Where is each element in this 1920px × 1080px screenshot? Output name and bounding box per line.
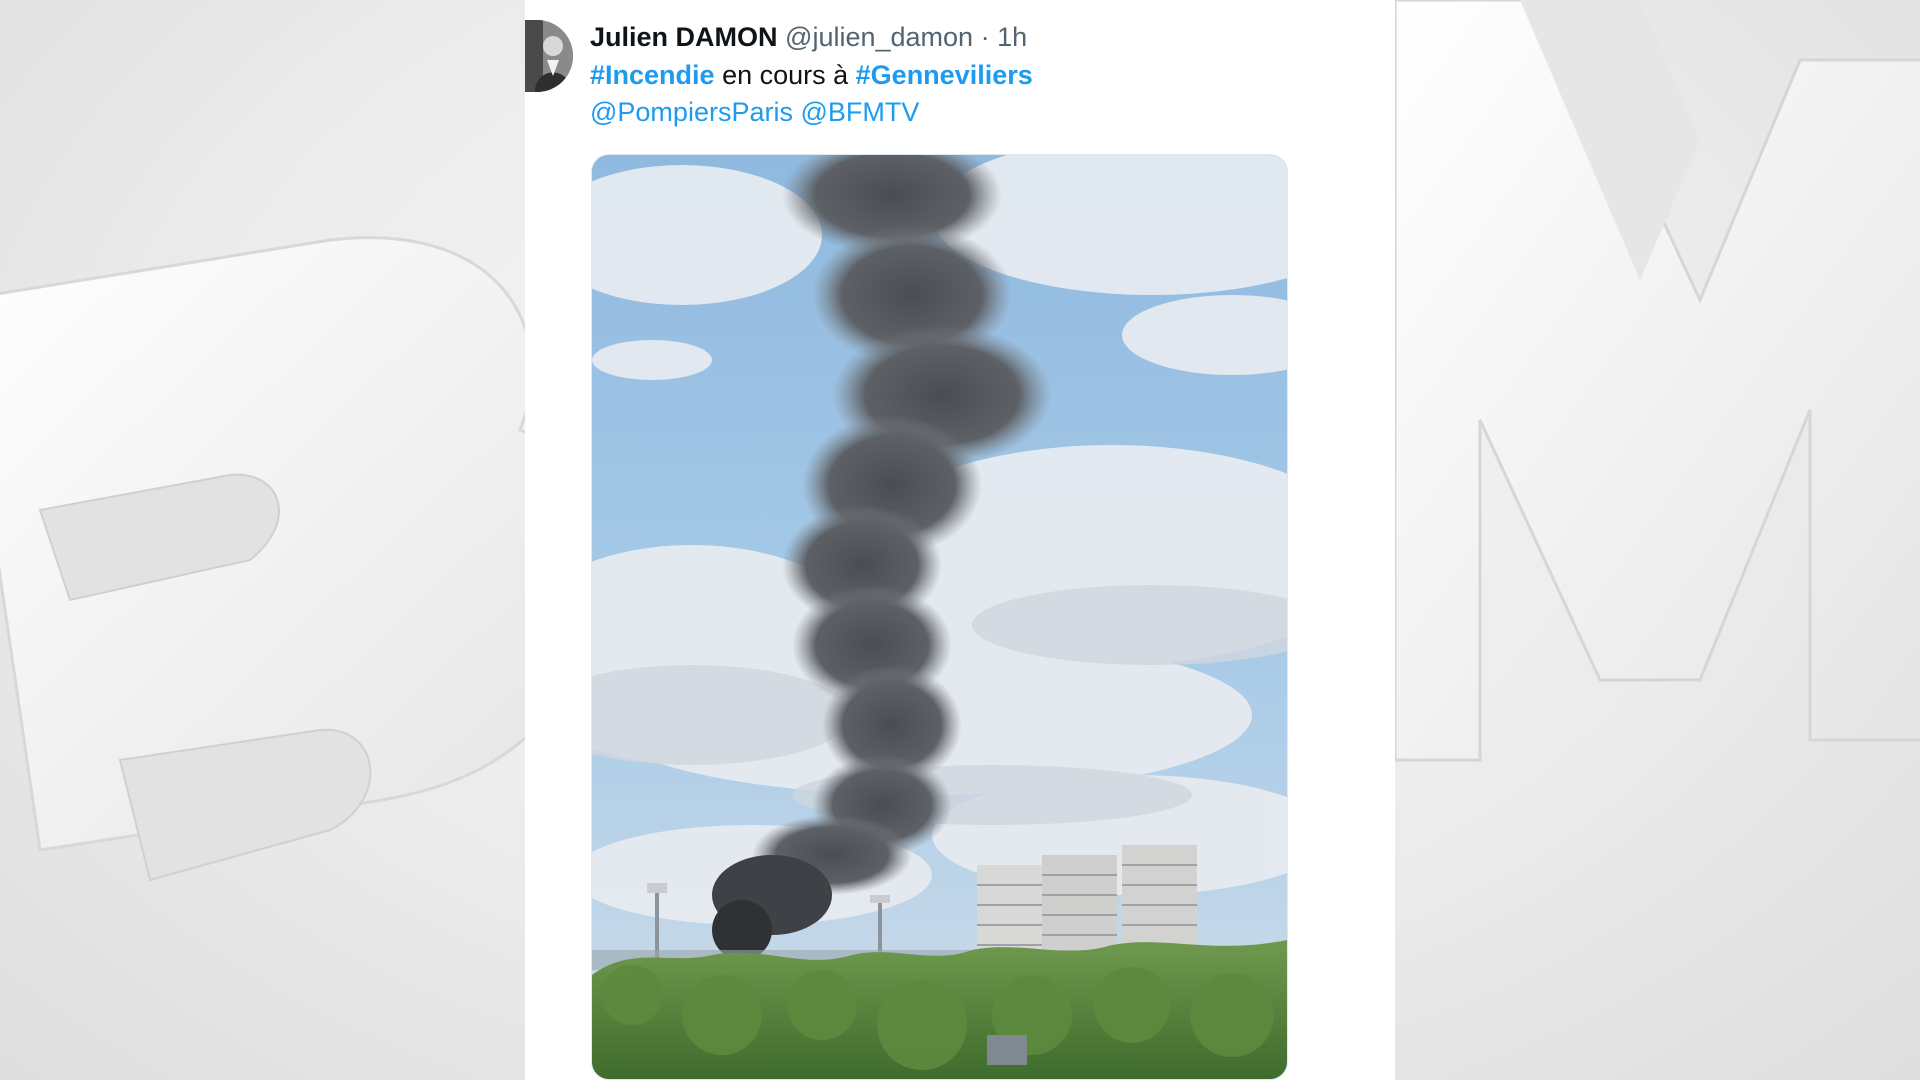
tweet-timestamp[interactable]: 1h	[997, 22, 1027, 52]
tweet-photo[interactable]	[591, 154, 1288, 1080]
mention-bfmtv[interactable]: @BFMTV	[800, 97, 919, 127]
mention-pompiersparis[interactable]: @PompiersParis	[590, 97, 793, 127]
tweet-header: Julien DAMON @julien_damon · 1h	[590, 19, 1027, 55]
author-handle[interactable]: @julien_damon	[785, 22, 973, 52]
tweet-text: #Incendie en cours à #Genneviliers @Pomp…	[590, 57, 1370, 131]
hashtag-genneviliers[interactable]: #Genneviliers	[856, 60, 1033, 90]
header-separator: ·	[980, 22, 990, 52]
tweet-text-middle: en cours à	[722, 60, 849, 90]
tweet-text-line-2: @PompiersParis @BFMTV	[590, 94, 1370, 131]
author-avatar[interactable]	[525, 20, 573, 92]
author-name[interactable]: Julien DAMON	[590, 22, 778, 52]
tweet-text-line-1: #Incendie en cours à #Genneviliers	[590, 57, 1370, 94]
hashtag-incendie[interactable]: #Incendie	[590, 60, 715, 90]
tweet-card: Julien DAMON @julien_damon · 1h #Incendi…	[525, 0, 1395, 1080]
